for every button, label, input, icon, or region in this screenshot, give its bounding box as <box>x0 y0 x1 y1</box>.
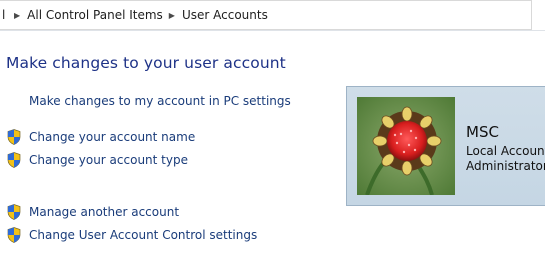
manage-another-account-link[interactable]: Manage another account <box>7 204 179 220</box>
breadcrumb[interactable]: l ▶ All Control Panel Items ▶ User Accou… <box>0 0 532 30</box>
address-bar: l ▶ All Control Panel Items ▶ User Accou… <box>0 0 545 31</box>
breadcrumb-root-stub[interactable]: l <box>2 6 8 24</box>
uac-shield-icon <box>7 129 21 145</box>
page-title: Make changes to your user account <box>6 54 286 72</box>
uac-shield-icon <box>7 227 21 243</box>
uac-shield-icon <box>7 152 21 168</box>
pc-settings-link-label[interactable]: Make changes to my account in PC setting… <box>29 94 291 108</box>
account-role: Administrator <box>466 159 545 173</box>
change-account-name-label[interactable]: Change your account name <box>29 130 195 144</box>
change-account-name-link[interactable]: Change your account name <box>7 129 195 145</box>
chevron-right-icon[interactable]: ▶ <box>169 11 175 20</box>
breadcrumb-all-control-panel-items[interactable]: All Control Panel Items <box>27 8 163 22</box>
uac-settings-link[interactable]: Change User Account Control settings <box>7 227 257 243</box>
change-account-type-label[interactable]: Change your account type <box>29 153 188 167</box>
breadcrumb-user-accounts[interactable]: User Accounts <box>182 8 268 22</box>
account-type: Local Account <box>466 144 545 158</box>
account-picture[interactable] <box>357 97 455 195</box>
uac-settings-label[interactable]: Change User Account Control settings <box>29 228 257 242</box>
chevron-right-icon[interactable]: ▶ <box>14 11 20 20</box>
uac-shield-icon <box>7 204 21 220</box>
flower-picture <box>357 97 455 195</box>
change-account-type-link[interactable]: Change your account type <box>7 152 188 168</box>
manage-another-account-label[interactable]: Manage another account <box>29 205 179 219</box>
pc-settings-link[interactable]: Make changes to my account in PC setting… <box>29 94 291 108</box>
account-name: MSC <box>466 123 499 141</box>
account-tile: MSC Local Account Administrator <box>346 86 545 206</box>
